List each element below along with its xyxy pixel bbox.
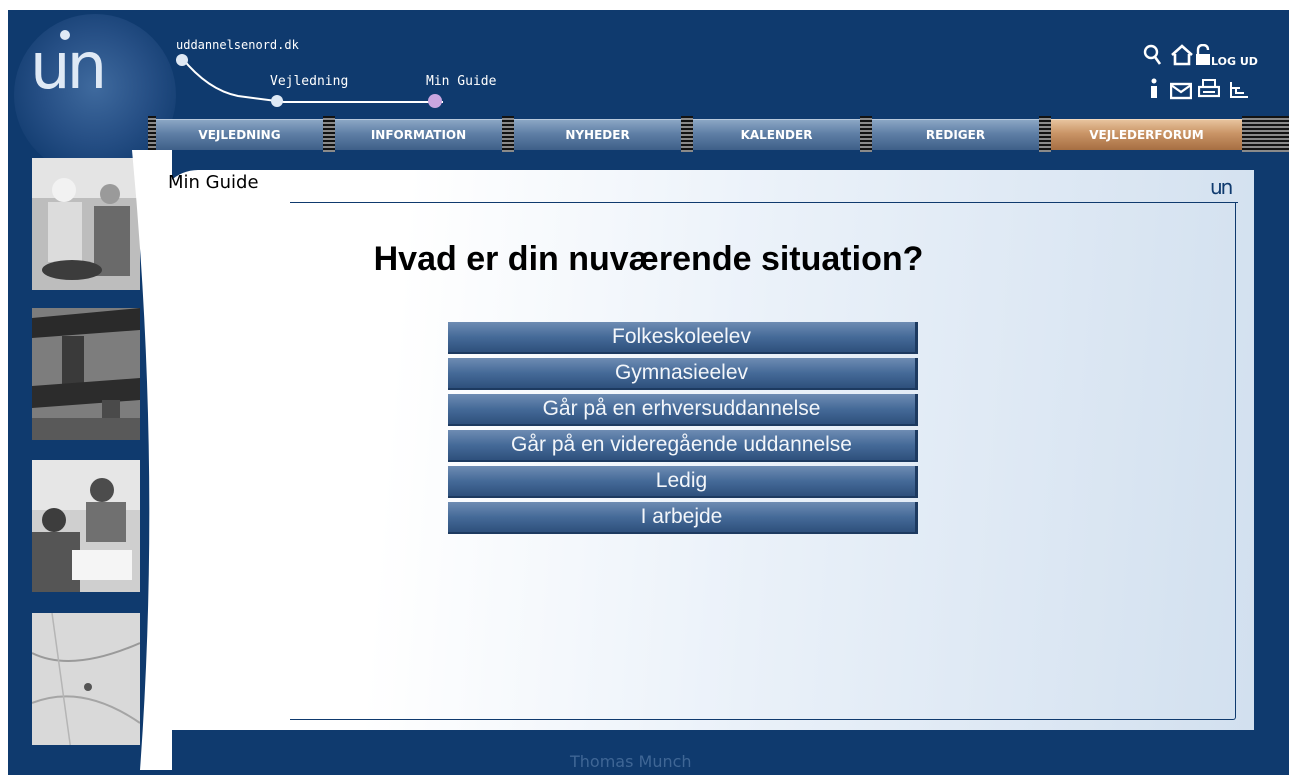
nav-tab-nyheder[interactable]: NYHEDER bbox=[514, 119, 681, 150]
logout-link[interactable]: LOG UD bbox=[1211, 55, 1258, 68]
nav-separator bbox=[1039, 116, 1051, 152]
nav-separator bbox=[502, 116, 514, 152]
nav-tab-vejlederforum[interactable]: VEJLEDERFORUM bbox=[1051, 119, 1242, 150]
nav-separator bbox=[860, 116, 872, 152]
choice-erhversuddannelse[interactable]: Går på en erhversuddannelse bbox=[448, 394, 918, 426]
nav-tab-vejledning[interactable]: VEJLEDNING bbox=[156, 119, 323, 150]
choice-i-arbejde[interactable]: I arbejde bbox=[448, 502, 918, 534]
mail-icon[interactable] bbox=[1170, 82, 1192, 100]
choice-videregaaende-uddannelse[interactable]: Går på en videregående uddannelse bbox=[448, 430, 918, 462]
print-icon[interactable] bbox=[1198, 78, 1220, 100]
footer-user-name: Thomas Munch bbox=[570, 752, 692, 771]
breadcrumb-start-dot bbox=[176, 54, 188, 66]
padlock-icon[interactable] bbox=[1194, 44, 1212, 66]
mini-logo: un bbox=[1210, 175, 1233, 199]
sitemap-icon[interactable] bbox=[1228, 80, 1250, 100]
search-icon[interactable] bbox=[1143, 44, 1163, 66]
breadcrumb-item-vejledning[interactable]: Vejledning bbox=[270, 74, 348, 89]
nav-tab-information[interactable]: INFORMATION bbox=[335, 119, 502, 150]
choice-gymnasieelev[interactable]: Gymnasieelev bbox=[448, 358, 918, 390]
breadcrumb-item-min-guide[interactable]: Min Guide bbox=[426, 74, 496, 89]
choice-ledig[interactable]: Ledig bbox=[448, 466, 918, 498]
site-logo[interactable]: un bbox=[30, 30, 107, 104]
nav-tab-rediger[interactable]: REDIGER bbox=[872, 119, 1039, 150]
home-icon[interactable] bbox=[1170, 44, 1194, 66]
info-icon[interactable] bbox=[1148, 78, 1160, 100]
nav-separator bbox=[148, 116, 156, 152]
situation-question: Hvad er din nuværende situation? bbox=[373, 240, 924, 278]
page-title: Min Guide bbox=[168, 172, 259, 193]
main-nav: VEJLEDNING INFORMATION NYHEDER KALENDER … bbox=[148, 116, 1289, 152]
breadcrumb-dot-vejledning bbox=[271, 95, 283, 107]
breadcrumb-dot-current bbox=[428, 94, 442, 108]
nav-separator bbox=[1242, 116, 1289, 152]
logo-dot bbox=[60, 30, 70, 40]
nav-separator bbox=[323, 116, 335, 152]
nav-tab-kalender[interactable]: KALENDER bbox=[693, 119, 860, 150]
choice-folkeskoleelev[interactable]: Folkeskoleelev bbox=[448, 322, 918, 354]
nav-separator bbox=[681, 116, 693, 152]
